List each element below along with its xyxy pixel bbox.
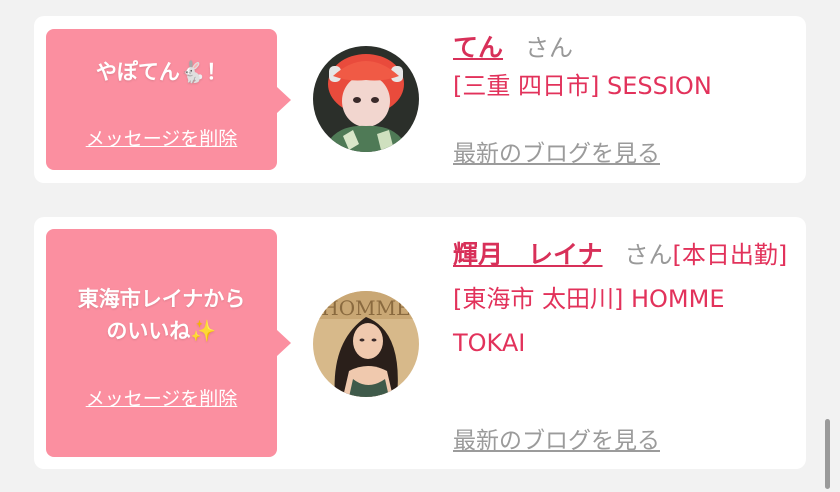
like-card: やぽてん🐇！ メッセージを削除 てん さん [三重 四日市] SESSION 最新… [34, 16, 806, 183]
scrollbar[interactable] [825, 419, 830, 489]
like-message-line: 東海市レイナから [77, 287, 246, 311]
profile-name-link[interactable]: てん [453, 33, 503, 62]
avatar-photo-icon: HOMME [313, 291, 419, 397]
like-message: 東海市レイナから のいいね✨ [46, 283, 277, 347]
profile-info: てん さん [三重 四日市] SESSION [453, 30, 790, 106]
delete-message-link[interactable]: メッセージを削除 [46, 124, 277, 151]
like-message-line: のいいね✨ [106, 319, 217, 343]
shop-location: [三重 四日市] SESSION [453, 72, 712, 100]
avatar-photo-icon [313, 46, 419, 152]
latest-blog-link[interactable]: 最新のブログを見る [453, 134, 660, 168]
honorific: さん [624, 241, 673, 269]
message-bubble: 東海市レイナから のいいね✨ メッセージを削除 [46, 229, 291, 457]
shop-location: [東海市 太田川] HOMME TOKAI [453, 285, 725, 357]
like-card: 東海市レイナから のいいね✨ メッセージを削除 HOMME 輝月 レイナ さん[本… [34, 217, 806, 469]
like-message: やぽてん🐇！ [95, 60, 228, 84]
svg-text:HOMME: HOMME [321, 296, 410, 320]
profile-name-link[interactable]: 輝月 レイナ [453, 240, 603, 269]
delete-message-link[interactable]: メッセージを削除 [46, 384, 277, 411]
honorific: さん [525, 34, 574, 62]
avatar[interactable] [313, 46, 419, 152]
message-bubble: やぽてん🐇！ メッセージを削除 [46, 29, 291, 170]
avatar[interactable]: HOMME [313, 291, 419, 397]
profile-info: 輝月 レイナ さん[本日出勤] [東海市 太田川] HOMME TOKAI [453, 233, 790, 365]
latest-blog-link[interactable]: 最新のブログを見る [453, 421, 660, 455]
work-status: [本日出勤] [672, 241, 788, 269]
